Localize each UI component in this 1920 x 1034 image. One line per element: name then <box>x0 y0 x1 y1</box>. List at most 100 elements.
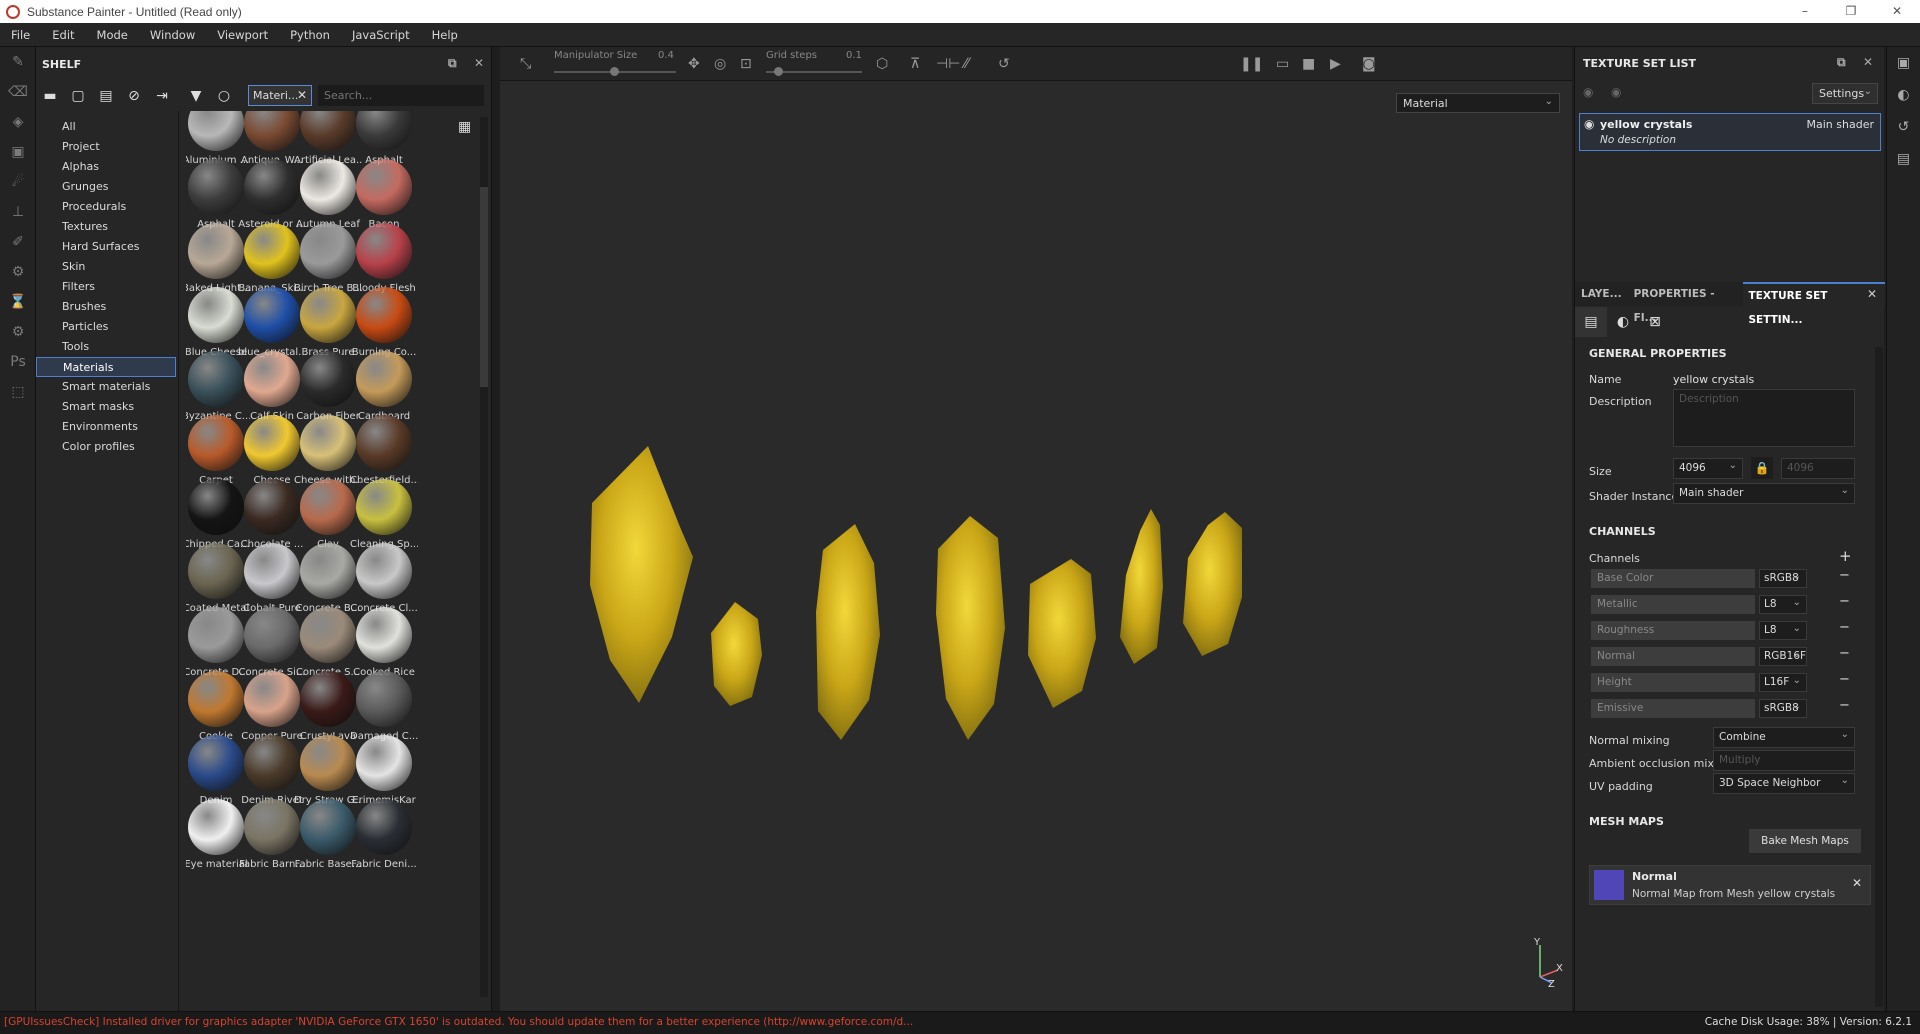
category-item[interactable]: Project <box>36 137 176 157</box>
align-icon[interactable]: ⊼ <box>910 56 920 72</box>
texture-set-settings-icon[interactable]: ▤ <box>1575 307 1607 337</box>
remove-map-icon[interactable]: ✕ <box>1852 876 1862 890</box>
lock-icon[interactable]: 🔒 <box>1751 457 1773 479</box>
polygon-fill-icon[interactable]: ▣ <box>0 137 36 167</box>
channel-name[interactable]: Height <box>1591 673 1755 692</box>
channel-format-select[interactable]: sRGB8 ⌄ <box>1759 569 1807 588</box>
channel-name[interactable]: Emissive <box>1591 699 1755 718</box>
category-item[interactable]: Grunges <box>36 177 176 197</box>
maximize-icon[interactable]: ❐ <box>1828 0 1874 23</box>
new-resource-icon[interactable]: ▢ <box>64 88 92 104</box>
color-picker-icon[interactable]: ✐ <box>0 227 36 257</box>
properties-scrollbar[interactable] <box>1875 347 1883 1007</box>
clone-stamp-icon[interactable]: ⊥ <box>0 197 36 227</box>
category-item[interactable]: Hard Surfaces <box>36 237 176 257</box>
category-item[interactable]: Smart masks <box>36 397 176 417</box>
snap-icon[interactable]: ⁄⁄ <box>964 56 969 72</box>
normal-mixing-select[interactable]: Combine ⌄ <box>1713 727 1855 748</box>
settings-dropdown[interactable]: Settings ⌄ <box>1812 83 1878 104</box>
viewport[interactable]: ⤡ Manipulator Size 0.4 ✥ ◎ ⊡ Grid steps … <box>500 47 1572 1011</box>
status-message[interactable]: [GPUIssuesCheck] Installed driver for gr… <box>4 1016 913 1028</box>
hide-icon[interactable]: ⊘ <box>120 88 148 104</box>
tab-texture-set-settings[interactable]: TEXTURE SET SETTIN... <box>1742 282 1885 326</box>
eye-icon[interactable]: ◉ <box>1611 85 1621 99</box>
remove-channel-button[interactable]: − <box>1839 594 1850 609</box>
uv-icon[interactable]: ⊠ <box>1639 307 1671 337</box>
menu-window[interactable]: Window <box>139 28 206 42</box>
camera-icon[interactable]: ▶ <box>1330 56 1341 72</box>
display-settings-icon[interactable]: ▣ <box>1887 47 1920 79</box>
yellow-crystal-mesh[interactable] <box>590 446 1242 740</box>
filter-icon[interactable]: ▼ <box>182 88 210 104</box>
channel-name[interactable]: Base Color <box>1591 569 1755 588</box>
chip-close-icon[interactable]: ✕ <box>297 88 307 102</box>
transform-icon[interactable]: ⤡ <box>520 56 531 72</box>
menu-edit[interactable]: Edit <box>41 28 85 42</box>
symmetry-icon[interactable]: ⊣⊢ <box>936 56 960 72</box>
remove-channel-button[interactable]: − <box>1839 672 1850 687</box>
visibility-all-icon[interactable]: ◉ <box>1583 85 1593 99</box>
settings-tool-icon[interactable]: ⚙ <box>0 317 36 347</box>
grid-knob[interactable] <box>774 67 783 76</box>
grid-view-icon[interactable]: ▦ <box>458 119 471 135</box>
close-window-icon[interactable]: ✕ <box>1874 0 1920 23</box>
history-icon[interactable]: ↺ <box>1887 111 1920 143</box>
close-icon[interactable]: ✕ <box>1863 55 1873 69</box>
filter-chip[interactable]: Materi... ✕ <box>248 85 312 106</box>
category-item[interactable]: Environments <box>36 417 176 437</box>
category-item[interactable]: Procedurals <box>36 197 176 217</box>
eraser-icon[interactable]: ⌫ <box>0 77 36 107</box>
channel-format-select[interactable]: RGB16F ⌄ <box>1759 647 1807 666</box>
projection-icon[interactable]: ◈ <box>0 107 36 137</box>
remove-channel-button[interactable]: − <box>1839 568 1850 583</box>
category-item[interactable]: Alphas <box>36 157 176 177</box>
bake-mesh-maps-button[interactable]: Bake Mesh Maps <box>1749 829 1861 853</box>
tab-properties[interactable]: PROPERTIES - FI... <box>1628 282 1743 324</box>
search-input[interactable] <box>318 85 484 106</box>
refresh-icon[interactable]: ○ <box>210 88 238 104</box>
float-icon[interactable]: ⧉ <box>1837 55 1846 70</box>
mesh-map-normal[interactable]: Normal Normal Map from Mesh yellow cryst… <box>1589 865 1871 905</box>
channel-format-select[interactable]: sRGB8 ⌄ <box>1759 699 1807 718</box>
physical-paint-icon[interactable]: ⚙ <box>0 257 36 287</box>
tab-layers[interactable]: LAYE... <box>1575 282 1628 306</box>
close-icon[interactable]: ✕ <box>474 56 484 70</box>
move-icon[interactable]: ✥ <box>688 56 700 72</box>
shelf-scrollbar[interactable] <box>480 117 488 997</box>
uv-padding-select[interactable]: 3D Space Neighbor ⌄ <box>1713 773 1855 794</box>
channel-name[interactable]: Roughness <box>1591 621 1755 640</box>
folder-icon[interactable]: ▬ <box>36 88 64 104</box>
scale-icon[interactable]: ⊡ <box>740 56 752 72</box>
export-icon[interactable]: ⬚ <box>0 377 36 407</box>
category-item[interactable]: Materials <box>36 357 176 377</box>
menu-mode[interactable]: Mode <box>86 28 139 42</box>
menu-python[interactable]: Python <box>279 28 341 42</box>
category-item[interactable]: Smart materials <box>36 377 176 397</box>
pause-icon[interactable]: ❚❚ <box>1240 56 1263 72</box>
manipulator-knob[interactable] <box>610 67 619 76</box>
category-item[interactable]: Brushes <box>36 297 176 317</box>
category-item[interactable]: Skin <box>36 257 176 277</box>
shader-settings-icon[interactable]: ◐ <box>1887 79 1920 111</box>
rotate-icon[interactable]: ◎ <box>714 56 726 72</box>
remove-channel-button[interactable]: − <box>1839 698 1850 713</box>
material-item[interactable]: Fabric Deni... <box>350 799 418 877</box>
remove-channel-button[interactable]: − <box>1839 646 1850 661</box>
eye-icon[interactable]: ◉ <box>1584 117 1594 131</box>
close-icon[interactable]: ✕ <box>1867 287 1877 301</box>
view-3d-icon[interactable]: ■ <box>1302 56 1315 72</box>
bake-icon[interactable]: ⌛ <box>0 287 36 317</box>
menu-javascript[interactable]: JavaScript <box>341 28 421 42</box>
log-icon[interactable]: ▤ <box>1887 143 1920 175</box>
category-item[interactable]: Color profiles <box>36 437 176 457</box>
category-item[interactable]: Filters <box>36 277 176 297</box>
history-icon[interactable]: ↺ <box>998 56 1010 72</box>
category-item[interactable]: All <box>36 117 176 137</box>
smudge-icon[interactable]: ☄ <box>0 167 36 197</box>
minimize-icon[interactable]: – <box>1782 0 1828 23</box>
category-item[interactable]: Tools <box>36 337 176 357</box>
view-2d-icon[interactable]: ▭ <box>1276 56 1289 72</box>
paint-brush-icon[interactable]: ✎ <box>0 47 36 77</box>
shader-icon[interactable]: ◐ <box>1607 307 1639 337</box>
texture-set-item[interactable]: ◉ yellow crystals Main shader No descrip… <box>1579 113 1881 151</box>
